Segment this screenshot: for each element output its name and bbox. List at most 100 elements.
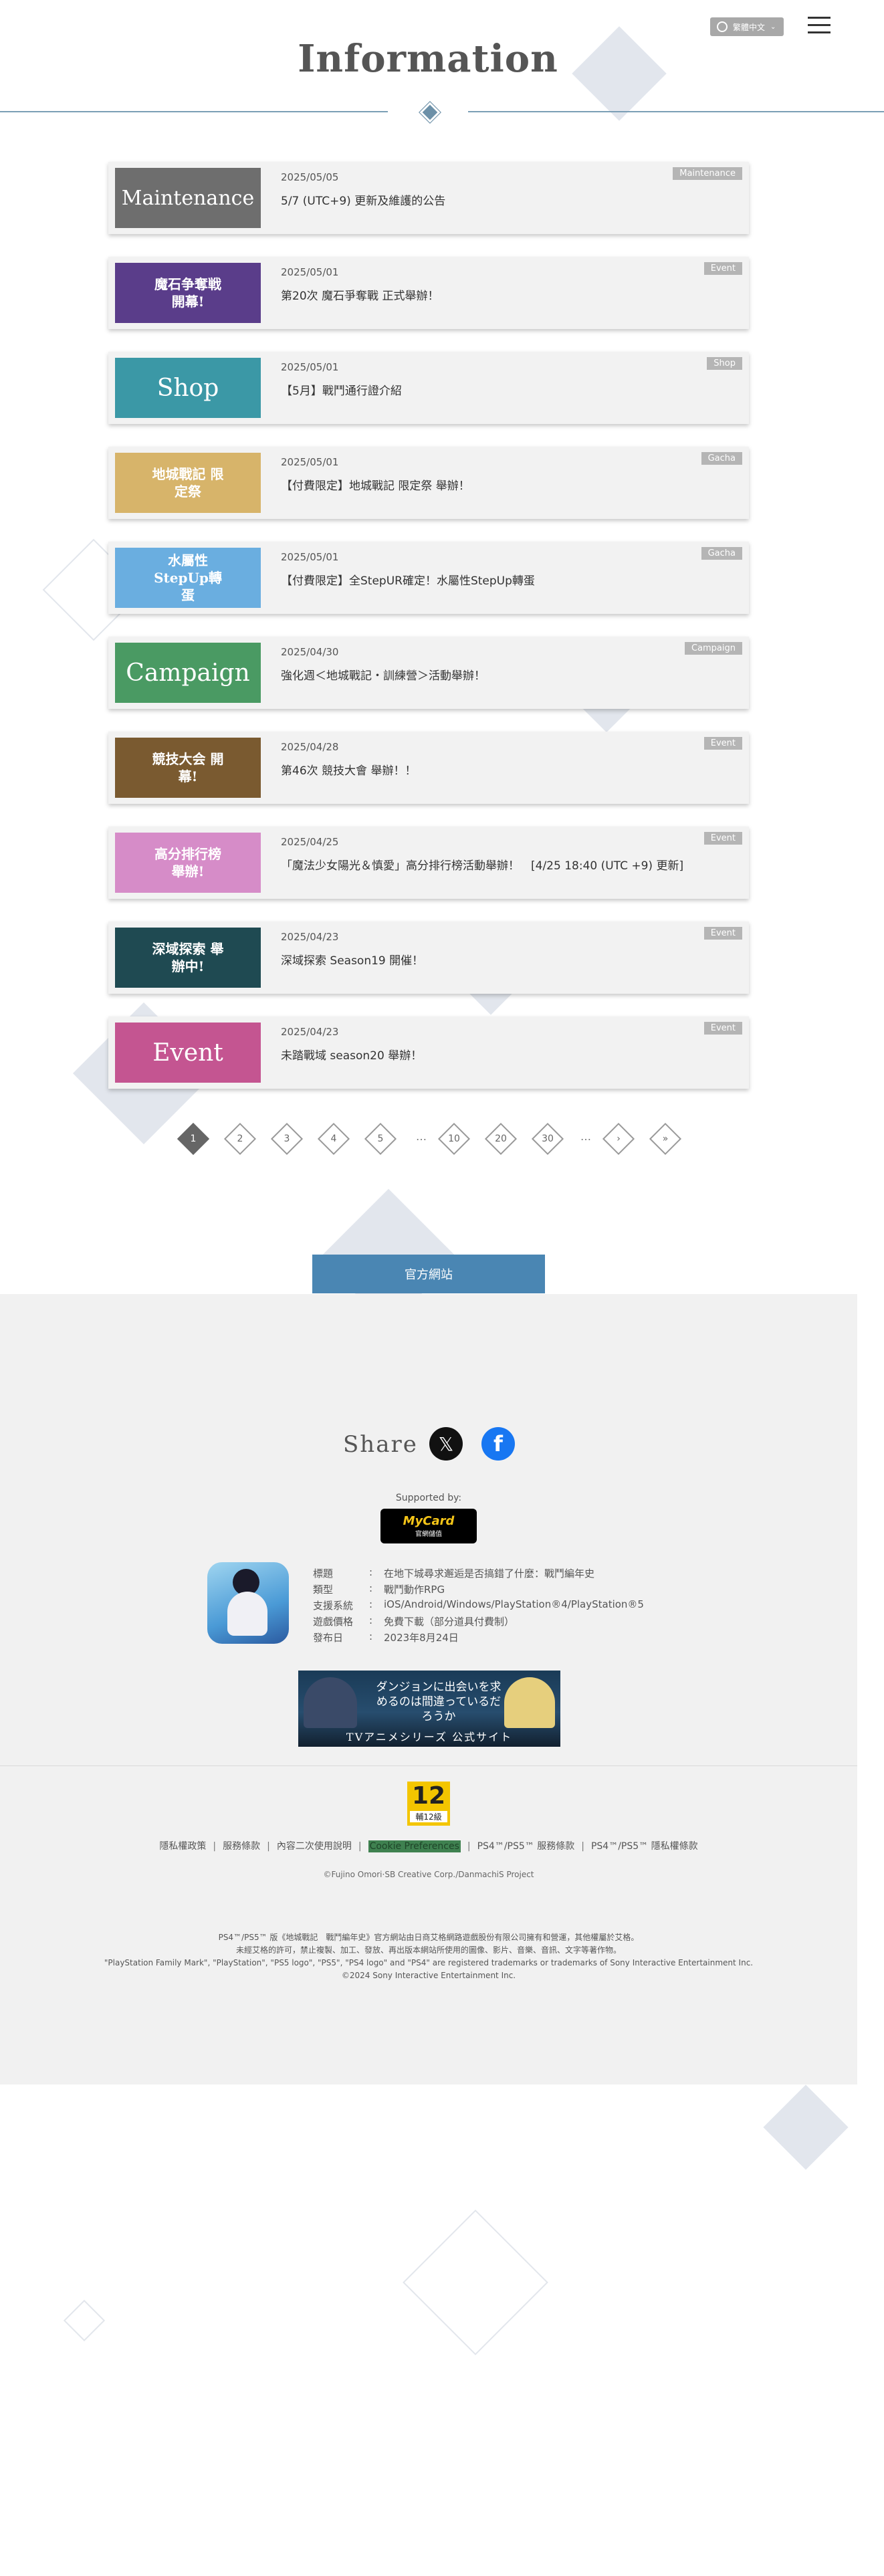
category-badge: Shop [707,357,742,370]
game-info-colon: : [369,1630,373,1642]
news-date: 2025/05/01 [281,266,339,278]
page-button[interactable]: 30 [531,1122,564,1156]
thumbnail-text: Shop [156,374,219,402]
thumbnail-text: 地城戰記 限定祭 [152,466,224,500]
game-info-row: 標題: 在地下城尋求邂逅是否搞錯了什麼：戰鬥編年史 [313,1566,644,1582]
news-item[interactable]: 地城戰記 限定祭 2025/05/01 【付費限定】地城戰記 限定祭 舉辦！ Gach… [108,447,749,519]
news-item[interactable]: Event 2025/04/23 未踏戰域 season20 舉辦！ Event [108,1016,749,1089]
footer-link[interactable]: 隱私權政策 [159,1841,206,1852]
thumbnail-text: 深域探索 舉辦中! [152,941,224,974]
mycard-label: MyCard [403,1514,455,1528]
news-item[interactable]: 深域探索 舉辦中! 2025/04/23 深域探索 Season19 開催！ Even… [108,922,749,994]
tv-anime-banner[interactable]: ダンジョンに出会いを求めるのは間違っているだろうか TVアニメシリーズ 公式サイ… [298,1671,560,1747]
game-info: 標題: 在地下城尋求邂逅是否搞錯了什麼：戰鬥編年史 類型: 戰鬥動作RPG 支援系統: i… [313,1566,644,1646]
news-date: 2025/04/28 [281,741,339,753]
facebook-share-icon[interactable]: f [481,1427,515,1461]
news-title: 強化週＜地城戰記・訓練營＞活動舉辦！ [281,669,485,683]
legal-text: PS4™/PS5™ 版《地城戰記 戰鬥編年史》官方網站由日商艾格網路遊戲股份有限… [0,1931,857,1982]
page-button[interactable]: › [602,1122,635,1156]
news-date: 2025/04/23 [281,931,339,943]
footer-link[interactable]: Cookie Preferences [368,1840,461,1852]
page-label: 30 [542,1134,554,1144]
app-icon [207,1562,289,1644]
official-site-button[interactable]: 官方網站 [312,1255,545,1293]
x-share-icon[interactable]: 𝕏 [429,1427,463,1461]
category-badge: Maintenance [673,167,742,180]
page-title: Information [298,37,558,81]
page-label: 2 [237,1134,243,1144]
page-label: 20 [495,1134,507,1144]
thumbnail-text: 水屬性 StepUp轉蛋 [154,552,222,603]
news-title: 第20次 魔石爭奪戰 正式舉辦！ [281,290,439,303]
legal-line: 未經艾格的許可，禁止複製、加工、發放、再出版本網站所使用的圖像、影片、音樂、音訊… [235,1945,621,1955]
link-separator: | [581,1841,584,1852]
thumbnail-text: Event [152,1039,223,1067]
footer-link[interactable]: 服務條款 [223,1841,260,1852]
mycard-logo[interactable]: MyCard 官網儲值 [380,1509,477,1543]
news-item[interactable]: 競技大会 開幕! 2025/04/28 第46次 競技大會 舉辦！！ Event [108,732,749,804]
tv-banner-title: ダンジョンに出会いを求めるのは間違っているだろうか [376,1681,502,1723]
game-info-key: 標題 [313,1568,334,1580]
game-info-key: 支援系統 [313,1600,354,1612]
news-item[interactable]: Campaign 2025/04/30 強化週＜地城戰記・訓練營＞活動舉辦！ Camp… [108,637,749,709]
legal-line: ©2024 Sony Interactive Entertainment Inc… [341,1971,516,1980]
news-thumbnail: Shop [115,358,261,418]
footer-link[interactable]: 內容二次使用說明 [277,1841,352,1852]
news-date: 2025/04/30 [281,646,339,658]
news-thumbnail: 競技大会 開幕! [115,738,261,798]
category-badge: Event [703,927,742,940]
page-button[interactable]: 20 [484,1122,518,1156]
page-label: » [662,1134,669,1144]
page-button[interactable]: » [649,1122,682,1156]
thumbnail-text: Maintenance [121,186,255,210]
supported-by-label: Supported by: [395,1493,462,1503]
category-badge: Gacha [701,452,742,465]
page-label: 4 [330,1134,337,1144]
game-info-value: 戰鬥動作RPG [384,1584,445,1596]
page-button[interactable]: 5 [364,1122,397,1156]
game-info-row: 發布日:2023年8月24日 [313,1630,644,1646]
link-separator: | [467,1841,471,1852]
page-button[interactable]: 10 [437,1122,471,1156]
game-info-colon: : [369,1614,373,1626]
language-selector[interactable]: 繁體中文 ⌄ [710,17,784,36]
page-button-current[interactable]: 1 [177,1122,210,1156]
news-thumbnail: 魔石争奪戦 開幕! [115,263,261,323]
category-badge: Event [703,737,742,750]
page-button[interactable]: 4 [317,1122,350,1156]
age-rating-badge: 12 輔12級 [407,1782,450,1826]
tv-banner-subtitle: TVアニメシリーズ 公式サイト [346,1731,513,1743]
menu-icon[interactable] [808,17,831,35]
news-date: 2025/04/25 [281,836,339,848]
page-label: 10 [448,1134,460,1144]
news-item[interactable]: Maintenance 2025/05/05 5/7 (UTC+9) 更新及維護的公… [108,162,749,234]
news-title: 深域探索 Season19 開催！ [281,954,424,968]
news-item[interactable]: 魔石争奪戦 開幕! 2025/05/01 第20次 魔石爭奪戰 正式舉辦！ Event [108,257,749,329]
news-title: 【5月】戰鬥通行證介紹 [281,385,402,398]
news-title: 5/7 (UTC+9) 更新及維護的公告 [281,195,446,208]
chevron-down-icon: ⌄ [770,23,776,31]
news-thumbnail: Maintenance [115,168,261,228]
page-button[interactable]: 3 [270,1122,304,1156]
game-info-key: 遊戲價格 [313,1616,354,1628]
title-divider-right [468,111,884,112]
title-divider-diamond [419,101,441,124]
news-title: 未踏戰域 season20 舉辦！ [281,1049,423,1063]
footer-links: 隱私權政策 | 服務條款 | 內容二次使用說明 | Cookie Preferences | P… [0,1839,857,1852]
footer-link[interactable]: PS4™/PS5™ 隱私權條款 [591,1841,698,1852]
pagination-ellipsis: … [580,1130,591,1143]
news-thumbnail: 水屬性 StepUp轉蛋 [115,548,261,608]
game-info-key: 發布日 [313,1632,344,1644]
decor-diamond-outline [63,2299,106,2342]
page-button[interactable]: 2 [223,1122,257,1156]
news-item[interactable]: 水屬性 StepUp轉蛋 2025/05/01 【付費限定】全StepUR確定！水屬… [108,542,749,614]
news-item[interactable]: Shop 2025/05/01 【5月】戰鬥通行證介紹 Shop [108,352,749,424]
globe-icon [717,21,728,32]
news-item[interactable]: 高分排行榜 舉辦! 2025/04/25 「魔法少女陽光＆慎愛」高分排行榜活動舉辦！… [108,827,749,899]
rating-age: 12 [411,1782,446,1810]
category-badge: Event [703,832,742,845]
thumbnail-text: 高分排行榜 舉辦! [154,846,221,879]
news-title: 【付費限定】全StepUR確定！水屬性StepUp轉蛋 [281,574,535,588]
game-info-colon: : [369,1566,373,1578]
footer-link[interactable]: PS4™/PS5™ 服務條款 [477,1841,575,1852]
